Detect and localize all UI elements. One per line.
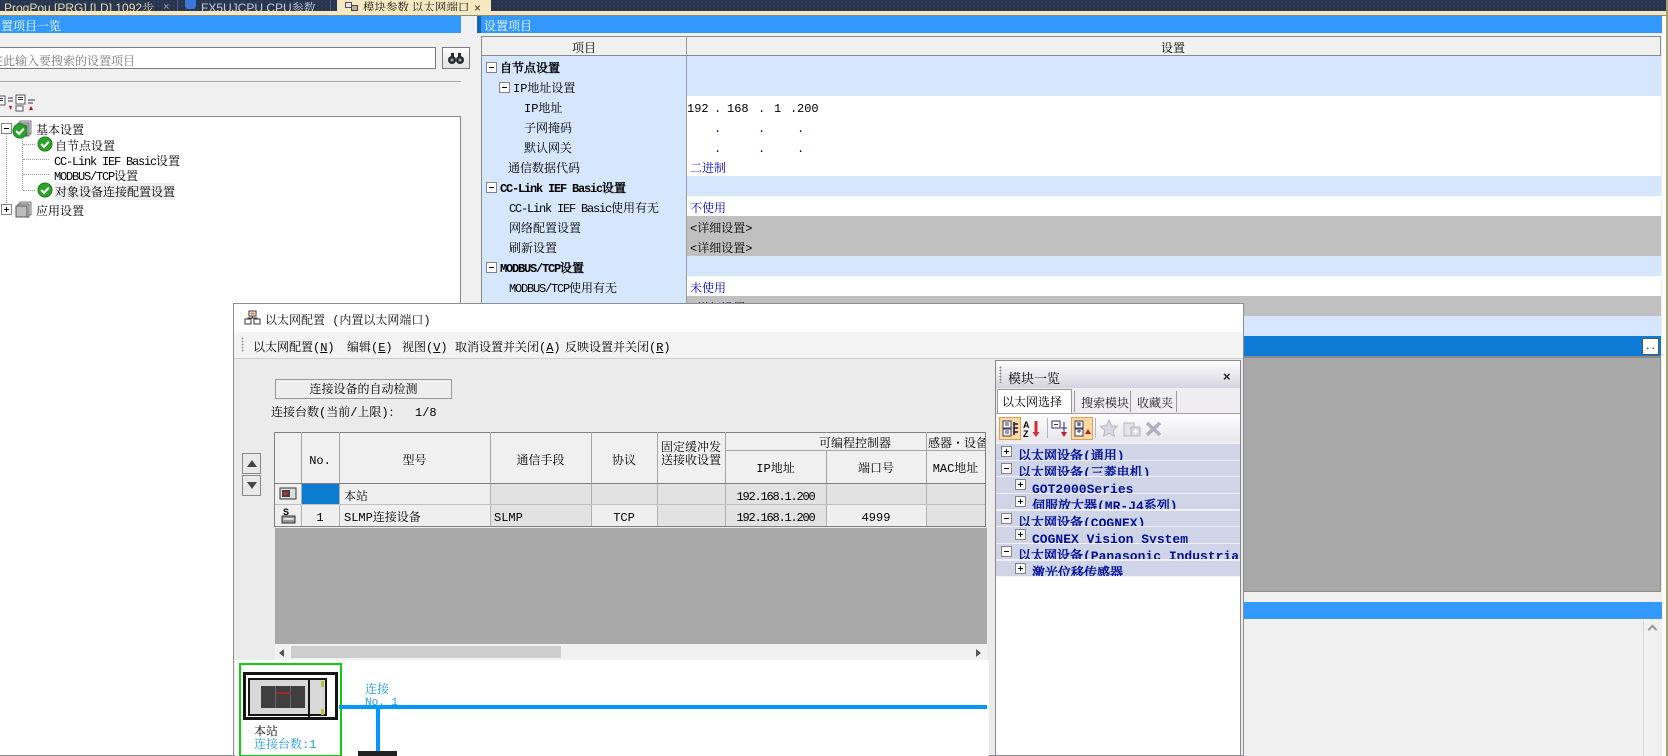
svg-text:Z: Z (1023, 429, 1029, 439)
